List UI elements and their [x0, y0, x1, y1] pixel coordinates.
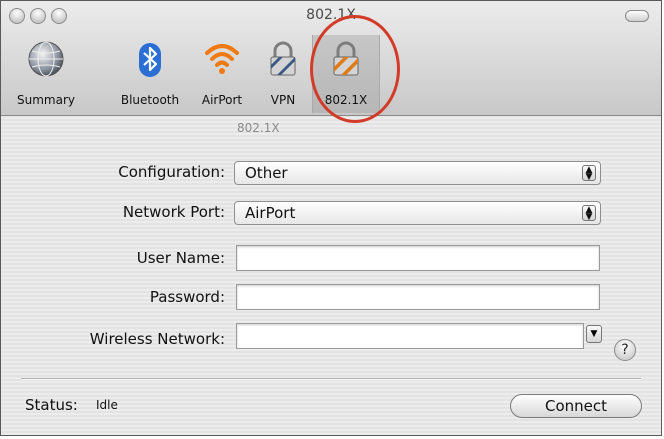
password-label: Password:: [149, 288, 225, 306]
network-port-label: Network Port:: [122, 203, 225, 221]
toolbar-item-summary[interactable]: Summary: [7, 35, 85, 113]
updown-arrows-icon: ▲ ▼: [582, 205, 596, 222]
wireless-network-combo[interactable]: ▼: [236, 323, 602, 349]
toolbar-toggle-button[interactable]: [625, 10, 649, 22]
configuration-popup[interactable]: Other ▲ ▼: [234, 161, 601, 185]
divider: [21, 378, 641, 380]
vpn-lock-icon: [270, 41, 296, 76]
8021x-lock-icon: [333, 41, 359, 76]
chevron-down-icon[interactable]: ▼: [586, 325, 602, 343]
toolbar-item-label: AirPort: [201, 93, 243, 107]
network-port-popup[interactable]: AirPort ▲ ▼: [234, 201, 601, 225]
network-port-value: AirPort: [245, 204, 296, 222]
toolbar-item-airport[interactable]: AirPort: [189, 35, 255, 113]
toolbar-item-bluetooth[interactable]: Bluetooth: [112, 35, 188, 113]
network-globe-icon: [28, 41, 64, 77]
window-title: 802.1X: [306, 7, 356, 23]
bluetooth-icon: [139, 43, 161, 77]
toolbar-item-8021x[interactable]: 802.1X: [312, 35, 380, 113]
password-field[interactable]: [236, 284, 600, 310]
title-toolbar: 802.1X Summary Bluetooth AirPort VPN 802…: [1, 1, 661, 116]
user-name-label: User Name:: [136, 249, 225, 267]
toolbar-item-vpn[interactable]: VPN: [256, 35, 310, 113]
connect-button[interactable]: Connect: [510, 394, 642, 418]
status-value: Idle: [96, 398, 118, 412]
airport-wifi-icon: [205, 44, 239, 74]
toolbar-item-label: Bluetooth: [120, 93, 180, 107]
toolbar-item-label: Summary: [17, 93, 75, 107]
toolbar-item-label: VPN: [270, 93, 296, 107]
updown-arrows-icon: ▲ ▼: [582, 165, 596, 182]
wireless-network-label: Wireless Network:: [89, 330, 225, 348]
status-label: Status:: [25, 396, 78, 414]
wireless-network-field[interactable]: [236, 323, 584, 349]
configuration-label: Configuration:: [118, 163, 225, 181]
help-button[interactable]: ?: [614, 339, 636, 361]
user-name-field[interactable]: [236, 245, 600, 271]
configuration-value: Other: [245, 164, 288, 182]
toolbar-item-label: 802.1X: [324, 93, 368, 107]
network-preferences-window: 802.1X Summary Bluetooth AirPort VPN 802…: [0, 0, 662, 436]
section-label: 802.1X: [237, 121, 280, 135]
